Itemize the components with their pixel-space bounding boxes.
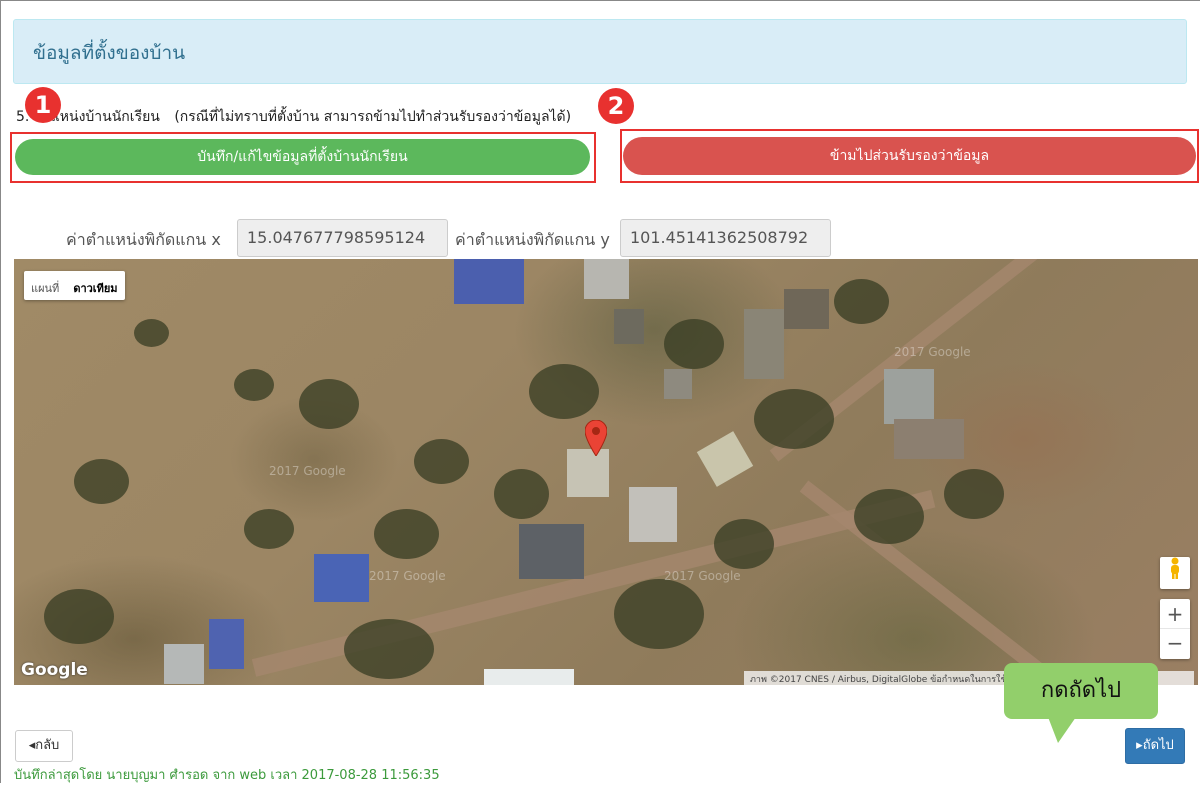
coord-x-label: ค่าตำแหน่งพิกัดแกน x: [66, 230, 221, 249]
map-type-control: แผนที่ ดาวเทียม: [24, 271, 125, 300]
location-pin-icon[interactable]: [585, 420, 607, 456]
map-tree: [234, 369, 274, 401]
map-building: [209, 619, 244, 669]
map-tree: [834, 279, 889, 324]
map-tree: [854, 489, 924, 544]
map-tree: [344, 619, 434, 679]
zoom-out-button[interactable]: −: [1160, 629, 1190, 659]
step-badge-2: 2: [598, 88, 634, 124]
section-note: (กรณีที่ไม่ทราบที่ตั้งบ้าน สามารถข้ามไปท…: [174, 109, 572, 125]
map-building: [567, 449, 609, 497]
map-building: [454, 259, 524, 304]
map-watermark: 2017 Google: [894, 345, 971, 359]
next-button[interactable]: ▸ถัดไป: [1125, 728, 1185, 764]
map-tree: [244, 509, 294, 549]
map-watermark: 2017 Google: [664, 569, 741, 583]
section-label: 5. ตำแหน่งบ้านนักเรียน (กรณีที่ไม่ทราบที…: [16, 106, 571, 128]
map-building: [614, 309, 644, 344]
coord-x-field[interactable]: 15.047677798595124: [237, 219, 448, 257]
map-tree: [664, 319, 724, 369]
map-building: [584, 259, 629, 299]
skip-to-certify-button[interactable]: ข้ามไปส่วนรับรองว่าข้อมูล: [623, 137, 1196, 175]
coord-y-field[interactable]: 101.45141362508792: [620, 219, 831, 257]
map-tree: [944, 469, 1004, 519]
map-building: [519, 524, 584, 579]
map-watermark: 2017 Google: [369, 569, 446, 583]
step-badge-1: 1: [25, 87, 61, 123]
map-tree: [529, 364, 599, 419]
map-view[interactable]: 2017 Google 2017 Google 2017 Google 2017…: [14, 259, 1198, 685]
panel-title: ข้อมูลที่ตั้งของบ้าน: [33, 42, 186, 64]
map-type-satellite[interactable]: ดาวเทียม: [66, 271, 124, 300]
map-type-map[interactable]: แผนที่: [24, 271, 66, 300]
map-building: [894, 419, 964, 459]
map-building: [164, 644, 204, 684]
map-building: [484, 669, 574, 685]
map-tree: [614, 579, 704, 649]
map-building: [314, 554, 369, 602]
save-location-button[interactable]: บันทึก/แก้ไขข้อมูลที่ตั้งบ้านนักเรียน: [15, 139, 590, 175]
zoom-in-button[interactable]: +: [1160, 599, 1190, 629]
map-building: [784, 289, 829, 329]
map-tree: [414, 439, 469, 484]
map-tree: [714, 519, 774, 569]
map-watermark: 2017 Google: [269, 464, 346, 478]
map-tree: [299, 379, 359, 429]
map-tree: [44, 589, 114, 644]
map-tree: [754, 389, 834, 449]
map-tree: [134, 319, 169, 347]
panel-heading: ข้อมูลที่ตั้งของบ้าน: [13, 19, 1187, 84]
last-saved-footer: บันทึกล่าสุดโดย นายบุญมา ศำรอด จาก web เ…: [14, 768, 440, 783]
map-building: [884, 369, 934, 424]
street-view-pegman-icon[interactable]: [1160, 557, 1190, 589]
map-tree: [494, 469, 549, 519]
map-building: [629, 487, 677, 542]
zoom-control: + −: [1160, 599, 1190, 659]
google-logo: Google: [21, 660, 88, 680]
map-tree: [74, 459, 129, 504]
back-button[interactable]: ◂กลับ: [15, 730, 73, 762]
callout-tail: [1048, 717, 1076, 743]
coord-y-label: ค่าตำแหน่งพิกัดแกน y: [455, 230, 610, 249]
map-building: [664, 369, 692, 399]
map-tree: [374, 509, 439, 559]
map-building: [744, 309, 784, 379]
map-building: [696, 431, 754, 487]
callout-bubble: กดถัดไป: [1004, 663, 1158, 719]
